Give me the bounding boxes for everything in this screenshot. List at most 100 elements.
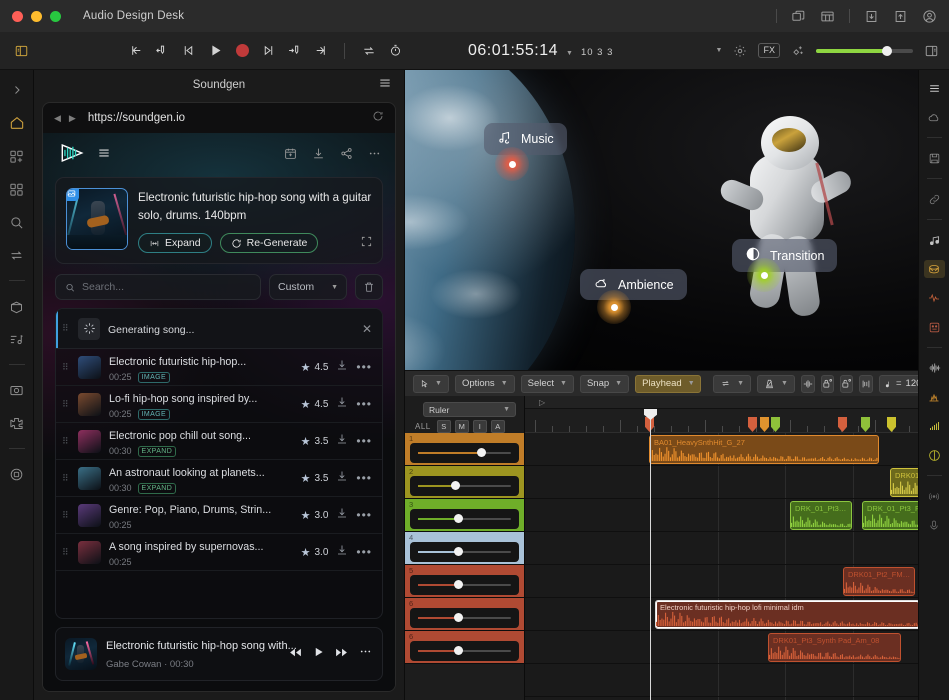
track-fader[interactable]	[410, 476, 519, 496]
music-note-icon[interactable]	[924, 231, 945, 249]
back-arrow-icon[interactable]: ◀	[54, 113, 61, 124]
microphone-icon[interactable]	[924, 516, 945, 534]
timeline-marker[interactable]	[760, 417, 769, 432]
track-fader[interactable]	[410, 542, 519, 562]
select-dropdown[interactable]: Select ▼	[521, 375, 574, 393]
more-icon[interactable]	[368, 147, 381, 160]
right-panel-icon[interactable]	[924, 44, 939, 58]
drums-icon[interactable]	[924, 260, 945, 278]
search-input[interactable]	[82, 281, 251, 293]
snap-dropdown[interactable]: Snap ▼	[580, 375, 629, 393]
minimize-window-button[interactable]	[31, 11, 42, 22]
search-box[interactable]	[55, 274, 261, 300]
close-icon[interactable]: ✕	[362, 322, 372, 336]
add-library-icon[interactable]	[6, 146, 28, 166]
solo-toggle[interactable]: S	[437, 420, 451, 433]
playhead[interactable]	[650, 409, 651, 700]
menu-icon[interactable]	[924, 79, 945, 97]
drag-handle[interactable]: ⠿	[62, 549, 70, 556]
timeline-lane[interactable]	[525, 499, 918, 532]
import-icon[interactable]	[864, 9, 879, 24]
volume-knob[interactable]	[882, 46, 892, 56]
track-header[interactable]: 2	[405, 466, 524, 499]
ruler-strip[interactable]: ▷	[525, 396, 918, 409]
link-icon[interactable]	[924, 190, 945, 208]
pulse-icon[interactable]	[924, 289, 945, 307]
reload-icon[interactable]	[372, 109, 384, 127]
rewind-icon[interactable]	[289, 645, 302, 663]
video-preview[interactable]: MusicTransitionAmbience	[405, 70, 918, 370]
track-rating[interactable]: ★4.5	[301, 361, 329, 374]
track-fader[interactable]	[410, 608, 519, 628]
search-icon[interactable]	[6, 212, 28, 232]
close-window-button[interactable]	[12, 11, 23, 22]
more-icon[interactable]: •••	[356, 508, 372, 522]
track-fader[interactable]	[410, 575, 519, 595]
loop-icon[interactable]	[362, 44, 376, 58]
download-icon[interactable]	[336, 469, 348, 487]
fader-knob[interactable]	[454, 646, 463, 655]
pointer-tool[interactable]: ▼	[413, 375, 449, 393]
fader-knob[interactable]	[454, 613, 463, 622]
track-header[interactable]: 1	[405, 433, 524, 466]
download-icon[interactable]	[336, 395, 348, 413]
guitarist-thumbnail[interactable]	[66, 188, 128, 250]
more-icon[interactable]: •••	[356, 397, 372, 411]
levels-icon[interactable]	[924, 417, 945, 435]
marker-red[interactable]	[495, 147, 529, 181]
expand-icon[interactable]	[6, 80, 28, 100]
trash-icon[interactable]	[355, 274, 383, 300]
fader-knob[interactable]	[451, 481, 460, 490]
mute-toggle[interactable]: M	[455, 420, 469, 433]
soundgen-logo-icon[interactable]	[57, 142, 87, 164]
fx-button[interactable]: FX	[758, 43, 780, 58]
metronome-tool[interactable]: ▼	[757, 375, 795, 393]
calendar-icon[interactable]	[284, 147, 297, 160]
timeline-clip[interactable]: DRK01_Pt3_Synth Pad_Am_08	[768, 633, 901, 662]
fade-tool[interactable]	[859, 375, 873, 393]
fader-knob[interactable]	[477, 448, 486, 457]
options-dropdown[interactable]: Options ▼	[455, 375, 515, 393]
go-to-start-icon[interactable]	[130, 44, 143, 57]
camera-icon[interactable]	[6, 380, 28, 400]
more-icon[interactable]: •••	[356, 434, 372, 448]
library-icon[interactable]	[6, 179, 28, 199]
play-icon[interactable]	[208, 43, 223, 58]
waveform-icon[interactable]	[924, 359, 945, 377]
timeline-lane[interactable]	[525, 532, 918, 565]
timeline-clip[interactable]: DRK_01_Pt3_F...	[790, 501, 852, 530]
list-item[interactable]: ⠿Genre: Pop, Piano, Drums, Strin...00:25…	[56, 497, 382, 534]
playhead-dropdown[interactable]: Playhead ▼	[635, 375, 701, 393]
download-icon[interactable]	[312, 147, 325, 160]
home-icon[interactable]	[6, 113, 28, 133]
list-item[interactable]: ⠿Electronic futuristic hip-hop...00:25IM…	[56, 349, 382, 386]
track-rating[interactable]: ★3.0	[301, 546, 329, 559]
stopwatch-icon[interactable]	[389, 44, 402, 57]
account-icon[interactable]	[922, 9, 937, 24]
play-icon[interactable]	[313, 645, 324, 663]
more-icon[interactable]: •••	[356, 360, 372, 374]
share-icon[interactable]	[340, 147, 353, 160]
video-overlay-ambience[interactable]: Ambience	[580, 269, 687, 300]
transfer-icon[interactable]	[6, 245, 28, 265]
settings-gear-icon[interactable]	[6, 464, 28, 484]
track-fader[interactable]	[410, 641, 519, 661]
list-item[interactable]: ⠿Electronic pop chill out song...00:30EX…	[56, 423, 382, 460]
download-icon[interactable]	[336, 432, 348, 450]
track-header[interactable]: 3	[405, 499, 524, 532]
chevron-down-icon[interactable]: ▼	[566, 50, 573, 57]
puzzle-icon[interactable]	[6, 413, 28, 433]
timeline-marker[interactable]	[861, 417, 870, 432]
url-text[interactable]: https://soundgen.io	[88, 112, 185, 124]
ruler-dropdown[interactable]: Ruler ▼	[423, 402, 516, 417]
record-button[interactable]	[236, 44, 249, 57]
panel-toggle-icon[interactable]	[10, 41, 32, 61]
drag-handle[interactable]: ⠿	[62, 512, 70, 519]
timeline-lane[interactable]	[525, 466, 918, 499]
volume-slider[interactable]	[816, 49, 913, 53]
timecode-display[interactable]: 06:01:55:14 ▼ 10 3 3	[468, 42, 613, 60]
track-rating[interactable]: ★3.0	[301, 509, 329, 522]
drag-handle[interactable]: ⠿	[62, 325, 70, 332]
list-item[interactable]: ⠿A song inspired by supernovas...00:25★3…	[56, 534, 382, 571]
marker-green[interactable]	[747, 258, 781, 292]
